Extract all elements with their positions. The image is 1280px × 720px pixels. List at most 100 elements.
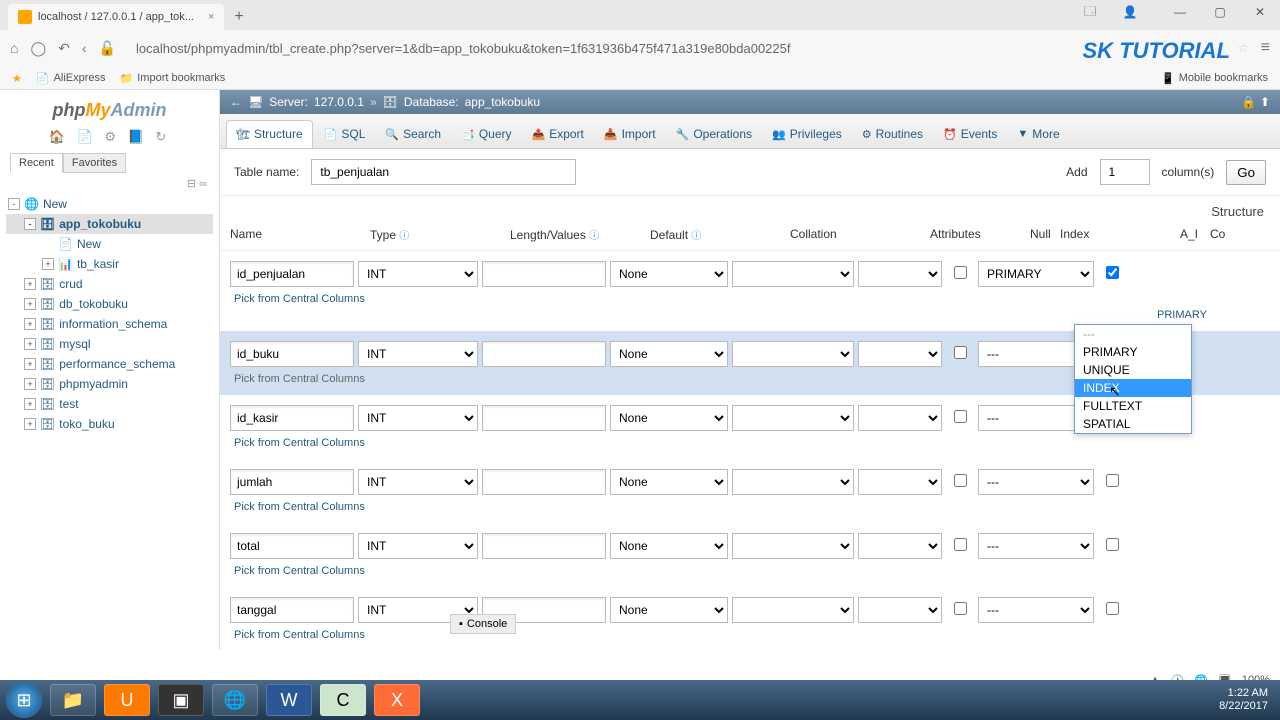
- field-null-checkbox[interactable]: [954, 346, 967, 359]
- help-icon[interactable]: ⓘ: [399, 231, 409, 242]
- field-index-select[interactable]: ---: [978, 533, 1094, 559]
- tree-phpmyadmin[interactable]: +🗄 phpmyadmin: [6, 374, 213, 394]
- tab-events[interactable]: ⏰Events: [934, 120, 1006, 148]
- dropdown-option[interactable]: INDEX: [1075, 379, 1191, 397]
- field-default-select[interactable]: None: [610, 469, 728, 495]
- taskbar-uc[interactable]: U: [104, 684, 150, 716]
- field-name-input[interactable]: [230, 533, 354, 559]
- pick-central-columns-link[interactable]: Pick from Central Columns: [230, 287, 1270, 305]
- tab-query[interactable]: 📑Query: [452, 120, 520, 148]
- add-columns-input[interactable]: [1100, 159, 1150, 185]
- field-index-select[interactable]: ---: [978, 469, 1094, 495]
- tab-export[interactable]: 📤Export: [523, 120, 593, 148]
- chrome-tab-icon[interactable]: 🗔: [1070, 0, 1110, 24]
- field-name-input[interactable]: [230, 341, 354, 367]
- sidebar-toolbar[interactable]: 🏠 📄 ⚙ 📘 ↻: [4, 125, 215, 149]
- field-name-input[interactable]: [230, 405, 354, 431]
- field-attributes-select[interactable]: [858, 597, 942, 623]
- field-null-checkbox[interactable]: [954, 474, 967, 487]
- tab-privileges[interactable]: 👥Privileges: [763, 120, 851, 148]
- field-collation-select[interactable]: [732, 341, 854, 367]
- field-type-select[interactable]: INT: [358, 533, 478, 559]
- index-dropdown[interactable]: ---PRIMARYUNIQUEINDEXFULLTEXTSPATIAL: [1074, 324, 1192, 434]
- breadcrumb-server[interactable]: 127.0.0.1: [314, 95, 364, 109]
- tab-routines[interactable]: ⚙Routines: [853, 120, 932, 148]
- sidebar-tab-recent[interactable]: Recent: [10, 153, 63, 173]
- field-default-select[interactable]: None: [610, 533, 728, 559]
- field-ai-checkbox[interactable]: [1106, 538, 1119, 551]
- tree-app-new[interactable]: 📄 New: [6, 234, 213, 254]
- tab-import[interactable]: 📥Import: [595, 120, 665, 148]
- taskbar-chrome[interactable]: 🌐: [212, 684, 258, 716]
- field-collation-select[interactable]: [732, 469, 854, 495]
- tree-toko-buku[interactable]: +🗄 toko_buku: [6, 414, 213, 434]
- lock-icon[interactable]: 🔒: [1241, 95, 1256, 109]
- tab-close-icon[interactable]: ×: [208, 11, 214, 23]
- field-name-input[interactable]: [230, 261, 354, 287]
- menu-icon[interactable]: ≡: [1261, 39, 1270, 57]
- chrome-user-icon[interactable]: 👤: [1110, 0, 1150, 24]
- nav-back-icon[interactable]: ‹: [82, 40, 87, 56]
- tree-test[interactable]: +🗄 test: [6, 394, 213, 414]
- field-index-select[interactable]: PRIMARY: [978, 261, 1094, 287]
- field-ai-checkbox[interactable]: [1106, 474, 1119, 487]
- taskbar-explorer[interactable]: 📁: [50, 684, 96, 716]
- window-maximize[interactable]: ▢: [1200, 0, 1240, 24]
- back-icon[interactable]: ↶: [58, 40, 70, 57]
- taskbar-terminal[interactable]: ▣: [158, 684, 204, 716]
- tree-new[interactable]: -🌐 New: [6, 194, 213, 214]
- bookmark-star-icon[interactable]: ☆: [1238, 41, 1249, 55]
- window-close[interactable]: ✕: [1240, 0, 1280, 24]
- dropdown-option[interactable]: UNIQUE: [1075, 361, 1191, 379]
- field-name-input[interactable]: [230, 597, 354, 623]
- field-null-checkbox[interactable]: [954, 410, 967, 423]
- tab-operations[interactable]: 🔧Operations: [667, 120, 761, 148]
- field-attributes-select[interactable]: [858, 469, 942, 495]
- field-type-select[interactable]: INT: [358, 469, 478, 495]
- home-icon[interactable]: ⌂: [10, 40, 18, 56]
- field-length-input[interactable]: [482, 405, 606, 431]
- field-collation-select[interactable]: [732, 533, 854, 559]
- taskbar-camtasia[interactable]: C: [320, 684, 366, 716]
- field-length-input[interactable]: [482, 261, 606, 287]
- pick-central-columns-link[interactable]: Pick from Central Columns: [230, 623, 1270, 641]
- field-collation-select[interactable]: [732, 597, 854, 623]
- tree-mysql[interactable]: +🗄 mysql: [6, 334, 213, 354]
- field-default-select[interactable]: None: [610, 597, 728, 623]
- pick-central-columns-link[interactable]: Pick from Central Columns: [230, 495, 1270, 513]
- field-attributes-select[interactable]: [858, 405, 942, 431]
- reload-icon[interactable]: ◯: [30, 40, 46, 57]
- field-default-select[interactable]: None: [610, 261, 728, 287]
- console-button[interactable]: ▪ Console: [450, 614, 516, 634]
- browser-tab[interactable]: localhost / 127.0.0.1 / app_tok... ×: [8, 4, 224, 30]
- field-default-select[interactable]: None: [610, 341, 728, 367]
- tab-structure[interactable]: 🏗Structure: [226, 120, 313, 148]
- dropdown-option[interactable]: FULLTEXT: [1075, 397, 1191, 415]
- tree-db-tokobuku[interactable]: +🗄 db_tokobuku: [6, 294, 213, 314]
- field-index-select[interactable]: ---: [978, 597, 1094, 623]
- field-attributes-select[interactable]: [858, 261, 942, 287]
- window-minimize[interactable]: —: [1160, 0, 1200, 24]
- field-default-select[interactable]: None: [610, 405, 728, 431]
- panel-toggle-icon[interactable]: ←: [230, 95, 242, 109]
- field-null-checkbox[interactable]: [954, 266, 967, 279]
- tree-app-tokobuku[interactable]: -🗄 app_tokobuku: [6, 214, 213, 234]
- taskbar-word[interactable]: W: [266, 684, 312, 716]
- field-length-input[interactable]: [482, 533, 606, 559]
- breadcrumb-db[interactable]: app_tokobuku: [465, 95, 540, 109]
- taskbar-xampp[interactable]: X: [374, 684, 420, 716]
- bookmark-mobile[interactable]: 📱 Mobile bookmarks: [1161, 72, 1268, 85]
- field-length-input[interactable]: [482, 469, 606, 495]
- tree-tb-kasir[interactable]: +📊 tb_kasir: [6, 254, 213, 274]
- pick-central-columns-link[interactable]: Pick from Central Columns: [230, 559, 1270, 577]
- field-attributes-select[interactable]: [858, 533, 942, 559]
- taskbar-clock[interactable]: 1:22 AM 8/22/2017: [1219, 687, 1274, 713]
- field-ai-checkbox[interactable]: [1106, 266, 1119, 279]
- field-type-select[interactable]: INT: [358, 261, 478, 287]
- tab-more[interactable]: ▼More: [1008, 120, 1068, 148]
- tab-search[interactable]: 🔍Search: [376, 120, 450, 148]
- start-button[interactable]: [6, 682, 42, 718]
- bookmark-aliexpress[interactable]: 📄 AliExpress: [36, 72, 106, 85]
- field-type-select[interactable]: INT: [358, 405, 478, 431]
- field-collation-select[interactable]: [732, 405, 854, 431]
